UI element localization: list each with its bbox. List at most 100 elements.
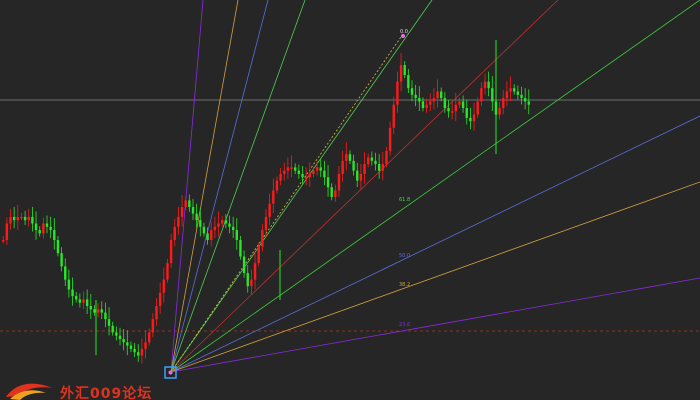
candle-body	[502, 98, 505, 108]
candle-body	[440, 91, 443, 99]
candle-body	[96, 309, 100, 313]
candle-body	[89, 306, 92, 310]
candle-body	[82, 299, 85, 303]
fan-line-9	[170, 181, 700, 373]
candle-body	[421, 101, 425, 108]
candle-body	[23, 216, 27, 221]
candle-body	[12, 216, 16, 221]
candle-body	[177, 216, 180, 227]
candle-body	[169, 240, 173, 264]
candle-body	[352, 160, 355, 171]
candle-body	[144, 342, 147, 349]
candle-body	[257, 246, 260, 264]
candle-body	[337, 174, 341, 191]
candle-body	[85, 299, 89, 306]
candle-body	[180, 207, 184, 217]
candle-body	[191, 207, 195, 214]
candle-body	[487, 81, 490, 89]
candle-body	[162, 279, 165, 293]
candle-body	[93, 309, 96, 313]
candle-body	[356, 170, 359, 181]
candle-body	[148, 332, 151, 343]
candle-body	[283, 170, 286, 174]
candle-body	[447, 108, 450, 112]
candle-body	[264, 216, 268, 231]
candlestick-chart[interactable]: 61.8 50.0 38.2 23.6 0.0 外汇009论坛	[0, 0, 700, 400]
candle-body	[137, 352, 140, 356]
candle-body	[334, 190, 337, 198]
fan-line-3	[170, 0, 269, 373]
candle-body	[242, 256, 246, 273]
candle-body	[49, 226, 52, 231]
watermark-logo: 外汇009论坛	[6, 383, 151, 400]
candle-body	[520, 94, 523, 99]
candle-body	[239, 240, 242, 257]
candle-body	[323, 170, 326, 178]
candle-body	[370, 157, 374, 161]
candle-body	[319, 167, 322, 171]
candle-body	[290, 167, 293, 169]
candle-body	[268, 203, 271, 217]
candle-body	[166, 263, 169, 280]
candle-body	[341, 160, 344, 174]
fan-line-4	[170, 0, 306, 373]
candle-body	[235, 230, 238, 240]
candle-body	[472, 114, 476, 122]
candle-body	[388, 127, 392, 151]
candle-body	[450, 111, 454, 113]
candle-body	[38, 230, 41, 234]
candle-body	[231, 226, 235, 231]
candle-body	[122, 339, 125, 343]
fan-line-10	[170, 277, 700, 373]
candle-body	[75, 296, 78, 300]
fan-label: 61.8	[399, 197, 410, 203]
candle-body	[188, 200, 191, 207]
candle-body	[250, 279, 253, 287]
candle-body	[286, 167, 290, 171]
candle-body	[516, 91, 520, 95]
candles	[2, 40, 530, 364]
fan-label: 50.0	[399, 253, 410, 259]
candle-body	[275, 180, 279, 191]
candle-body	[155, 306, 158, 320]
fan-line-6	[170, 0, 559, 373]
candle-body	[64, 266, 67, 280]
candle-body	[9, 216, 12, 224]
candle-body	[458, 101, 461, 105]
candle-body	[432, 98, 436, 102]
trend-dashed-line	[170, 33, 404, 373]
candle-body	[345, 154, 348, 161]
candle-body	[367, 157, 370, 165]
candle-body	[491, 88, 494, 102]
fan-line-5	[170, 0, 433, 373]
candle-body	[476, 101, 479, 115]
fan-label: 23.6	[399, 322, 410, 328]
candle-body	[429, 101, 432, 105]
candle-body	[158, 292, 162, 306]
candle-body	[56, 240, 60, 254]
candle-body	[527, 101, 530, 105]
candle-body	[67, 279, 71, 290]
candle-body	[115, 332, 118, 336]
candle-body	[107, 319, 111, 326]
candle-body	[126, 342, 129, 346]
candle-body	[392, 104, 395, 128]
candle-body	[16, 216, 19, 221]
candle-body	[246, 273, 249, 287]
candle-body	[71, 289, 74, 297]
peak-point	[401, 34, 405, 38]
candle-body	[217, 223, 220, 227]
candle-body	[2, 240, 5, 242]
candle-body	[399, 65, 403, 82]
anchor-point	[168, 370, 173, 375]
candle-body	[301, 174, 304, 178]
candle-body	[202, 226, 206, 234]
candle-body	[498, 108, 501, 115]
candle-body	[359, 174, 363, 181]
chart-canvas[interactable]: 61.8 50.0 38.2 23.6 0.0 外汇009论坛	[0, 0, 700, 400]
candle-body	[418, 98, 421, 102]
candle-body	[304, 177, 308, 179]
candle-body	[297, 170, 301, 174]
candle-body	[523, 98, 527, 102]
candle-body	[173, 226, 176, 240]
